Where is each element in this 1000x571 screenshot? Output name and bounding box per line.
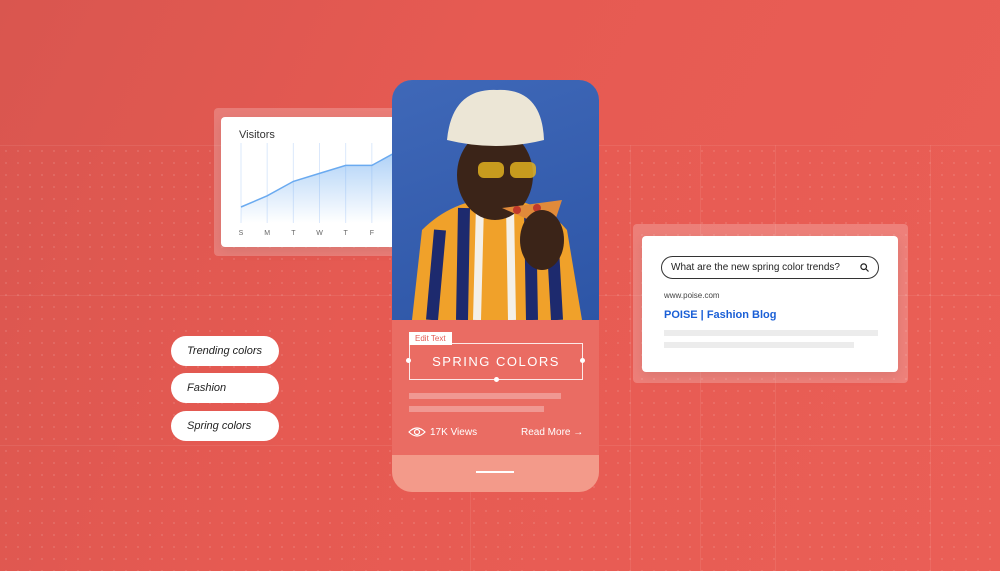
x-tick-label: T [291,230,296,237]
visitors-chart: SMTWTFS [239,143,401,237]
photo-person-eating-pizza [392,80,599,321]
tag-trending-colors[interactable]: Trending colors [171,336,279,366]
tag-spring-colors[interactable]: Spring colors [171,411,279,441]
phone-bottom-bar [392,455,599,492]
tag-fashion[interactable]: Fashion [171,373,279,403]
views-count: 17K Views [430,427,478,438]
x-tick-label: W [316,230,323,237]
read-more-link[interactable]: Read More → [521,427,583,438]
arrow-right-icon: → [573,427,584,438]
visitors-card: Visitors SMTWTFS [221,117,418,247]
x-tick-label: T [344,230,349,237]
search-input[interactable]: What are the new spring color trends? [661,256,879,279]
headline-text-box[interactable]: SPRING COLORS [409,343,583,380]
search-card: What are the new spring color trends? ww… [642,236,898,372]
eye-icon [408,427,426,437]
result-url: www.poise.com [664,291,720,300]
home-indicator [476,471,514,473]
x-tick-label: S [239,230,244,237]
x-tick-label: M [264,230,270,237]
phone-mockup: Edit Text SPRING COLORS 17K Views Read M… [392,80,599,492]
x-tick-label: F [370,230,374,237]
result-title-link[interactable]: POISE | Fashion Blog [664,309,776,321]
search-icon[interactable] [860,263,869,272]
